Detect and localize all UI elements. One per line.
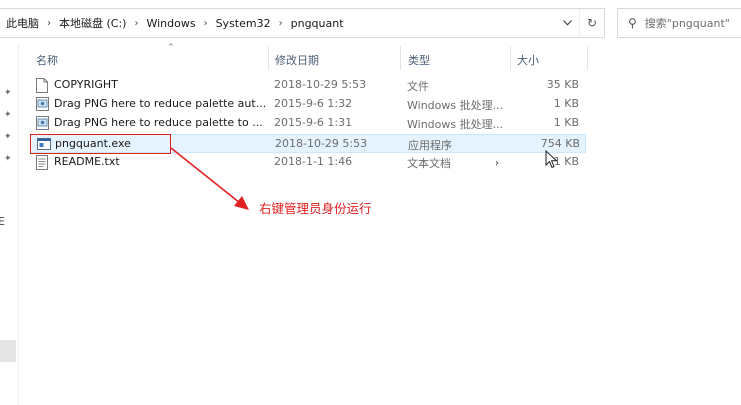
annotation-text: 右键管理员身份运行 bbox=[259, 201, 372, 216]
mouse-cursor-icon bbox=[545, 150, 558, 169]
